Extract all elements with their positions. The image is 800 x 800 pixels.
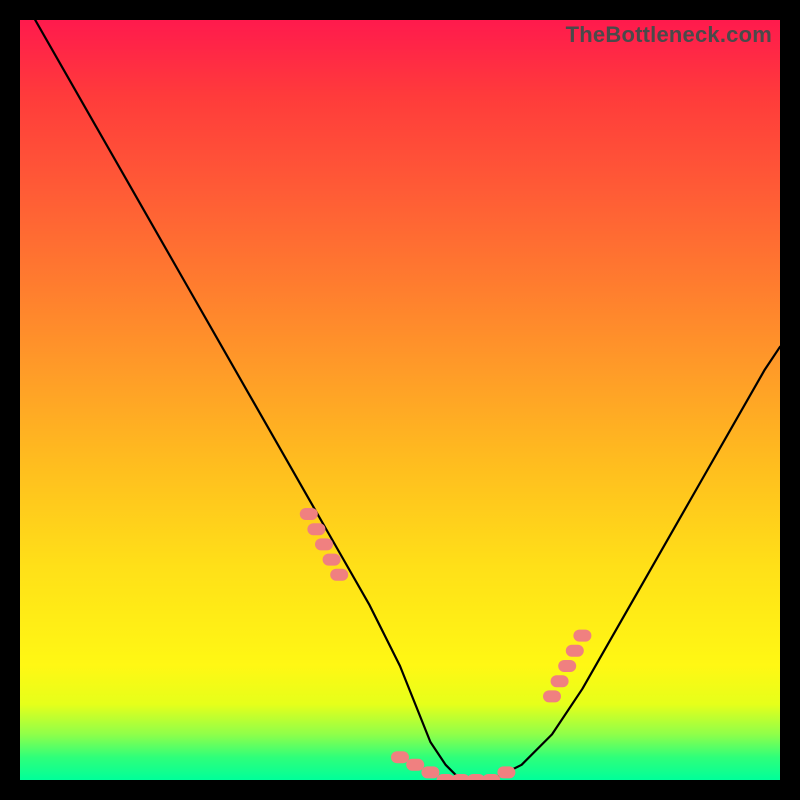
gradient-background <box>20 20 780 780</box>
chart-frame: TheBottleneck.com <box>20 20 780 780</box>
